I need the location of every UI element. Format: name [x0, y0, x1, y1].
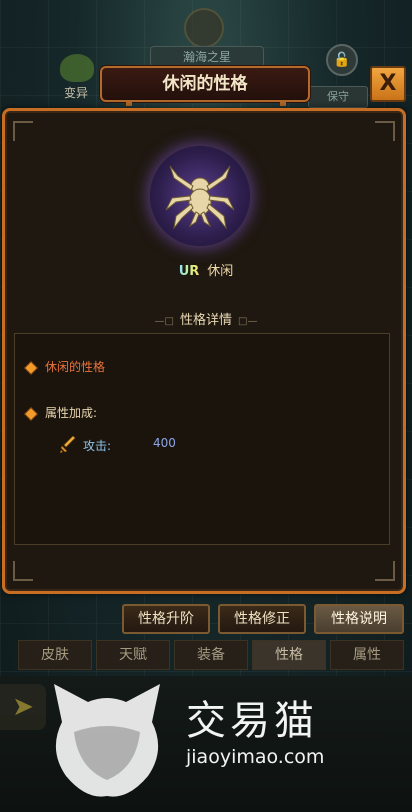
corner-ornament [13, 121, 33, 141]
header-ornament-left: —□ [154, 316, 174, 327]
tab-talent[interactable]: 天赋 [96, 640, 170, 670]
section-title: 性格详情 [179, 313, 232, 328]
detail-name: 休闲的性格 [45, 360, 106, 374]
mutate-icon [60, 54, 94, 82]
stat-label: 攻击: [83, 439, 112, 453]
tab-trait[interactable]: 性格 [252, 640, 326, 670]
bonus-title-row: 属性加成: [25, 404, 98, 421]
watermark-url: jiaoyimao.com [186, 746, 325, 768]
mutate-label: 变异 [64, 86, 89, 100]
section-header: —□ 性格详情 □— [0, 309, 412, 328]
tab-trait-description[interactable]: 性格说明 [314, 604, 404, 634]
tab-trait-correction[interactable]: 性格修正 [218, 604, 306, 634]
tab-skin[interactable]: 皮肤 [18, 640, 92, 670]
diamond-bullet-icon [25, 361, 37, 374]
corner-ornament [13, 561, 33, 581]
tab-trait-upgrade[interactable]: 性格升阶 [122, 604, 210, 634]
close-button[interactable]: X [370, 66, 406, 102]
bonus-title: 属性加成: [45, 406, 98, 420]
rarity-badge: UR [178, 264, 200, 279]
trait-name: 休闲 [207, 264, 234, 279]
corner-ornament [375, 121, 395, 141]
watermark-cat-icon [44, 672, 170, 806]
detail-name-row: 休闲的性格 [25, 358, 106, 375]
details-box: 休闲的性格 属性加成: 攻击: 400 [14, 333, 390, 545]
corner-ornament [375, 561, 395, 581]
spider-icon [165, 165, 235, 230]
tab-equipment[interactable]: 装备 [174, 640, 248, 670]
lock-icon: 🔓 [326, 44, 358, 76]
tab-attributes[interactable]: 属性 [330, 640, 404, 670]
diamond-bullet-icon [25, 407, 37, 420]
title-notch-left [126, 100, 132, 106]
modal-title: 休闲的性格 [100, 66, 310, 102]
trait-emblem [150, 146, 250, 246]
title-notch-right [280, 100, 286, 106]
stat-value: 400 [153, 436, 176, 450]
stat-row: 攻击: 400 [59, 435, 176, 457]
top-emblem-icon [184, 8, 224, 48]
header-ornament-right: □— [238, 316, 258, 327]
arrow-left-icon[interactable]: ➤ [0, 684, 46, 730]
rarity-row: UR 休闲 [0, 260, 412, 279]
watermark-brand: 交易猫 [186, 698, 318, 744]
top-name-label: 瀚海之星 [150, 46, 264, 68]
keep-button: 保守 [308, 86, 368, 108]
sword-icon [59, 435, 77, 457]
